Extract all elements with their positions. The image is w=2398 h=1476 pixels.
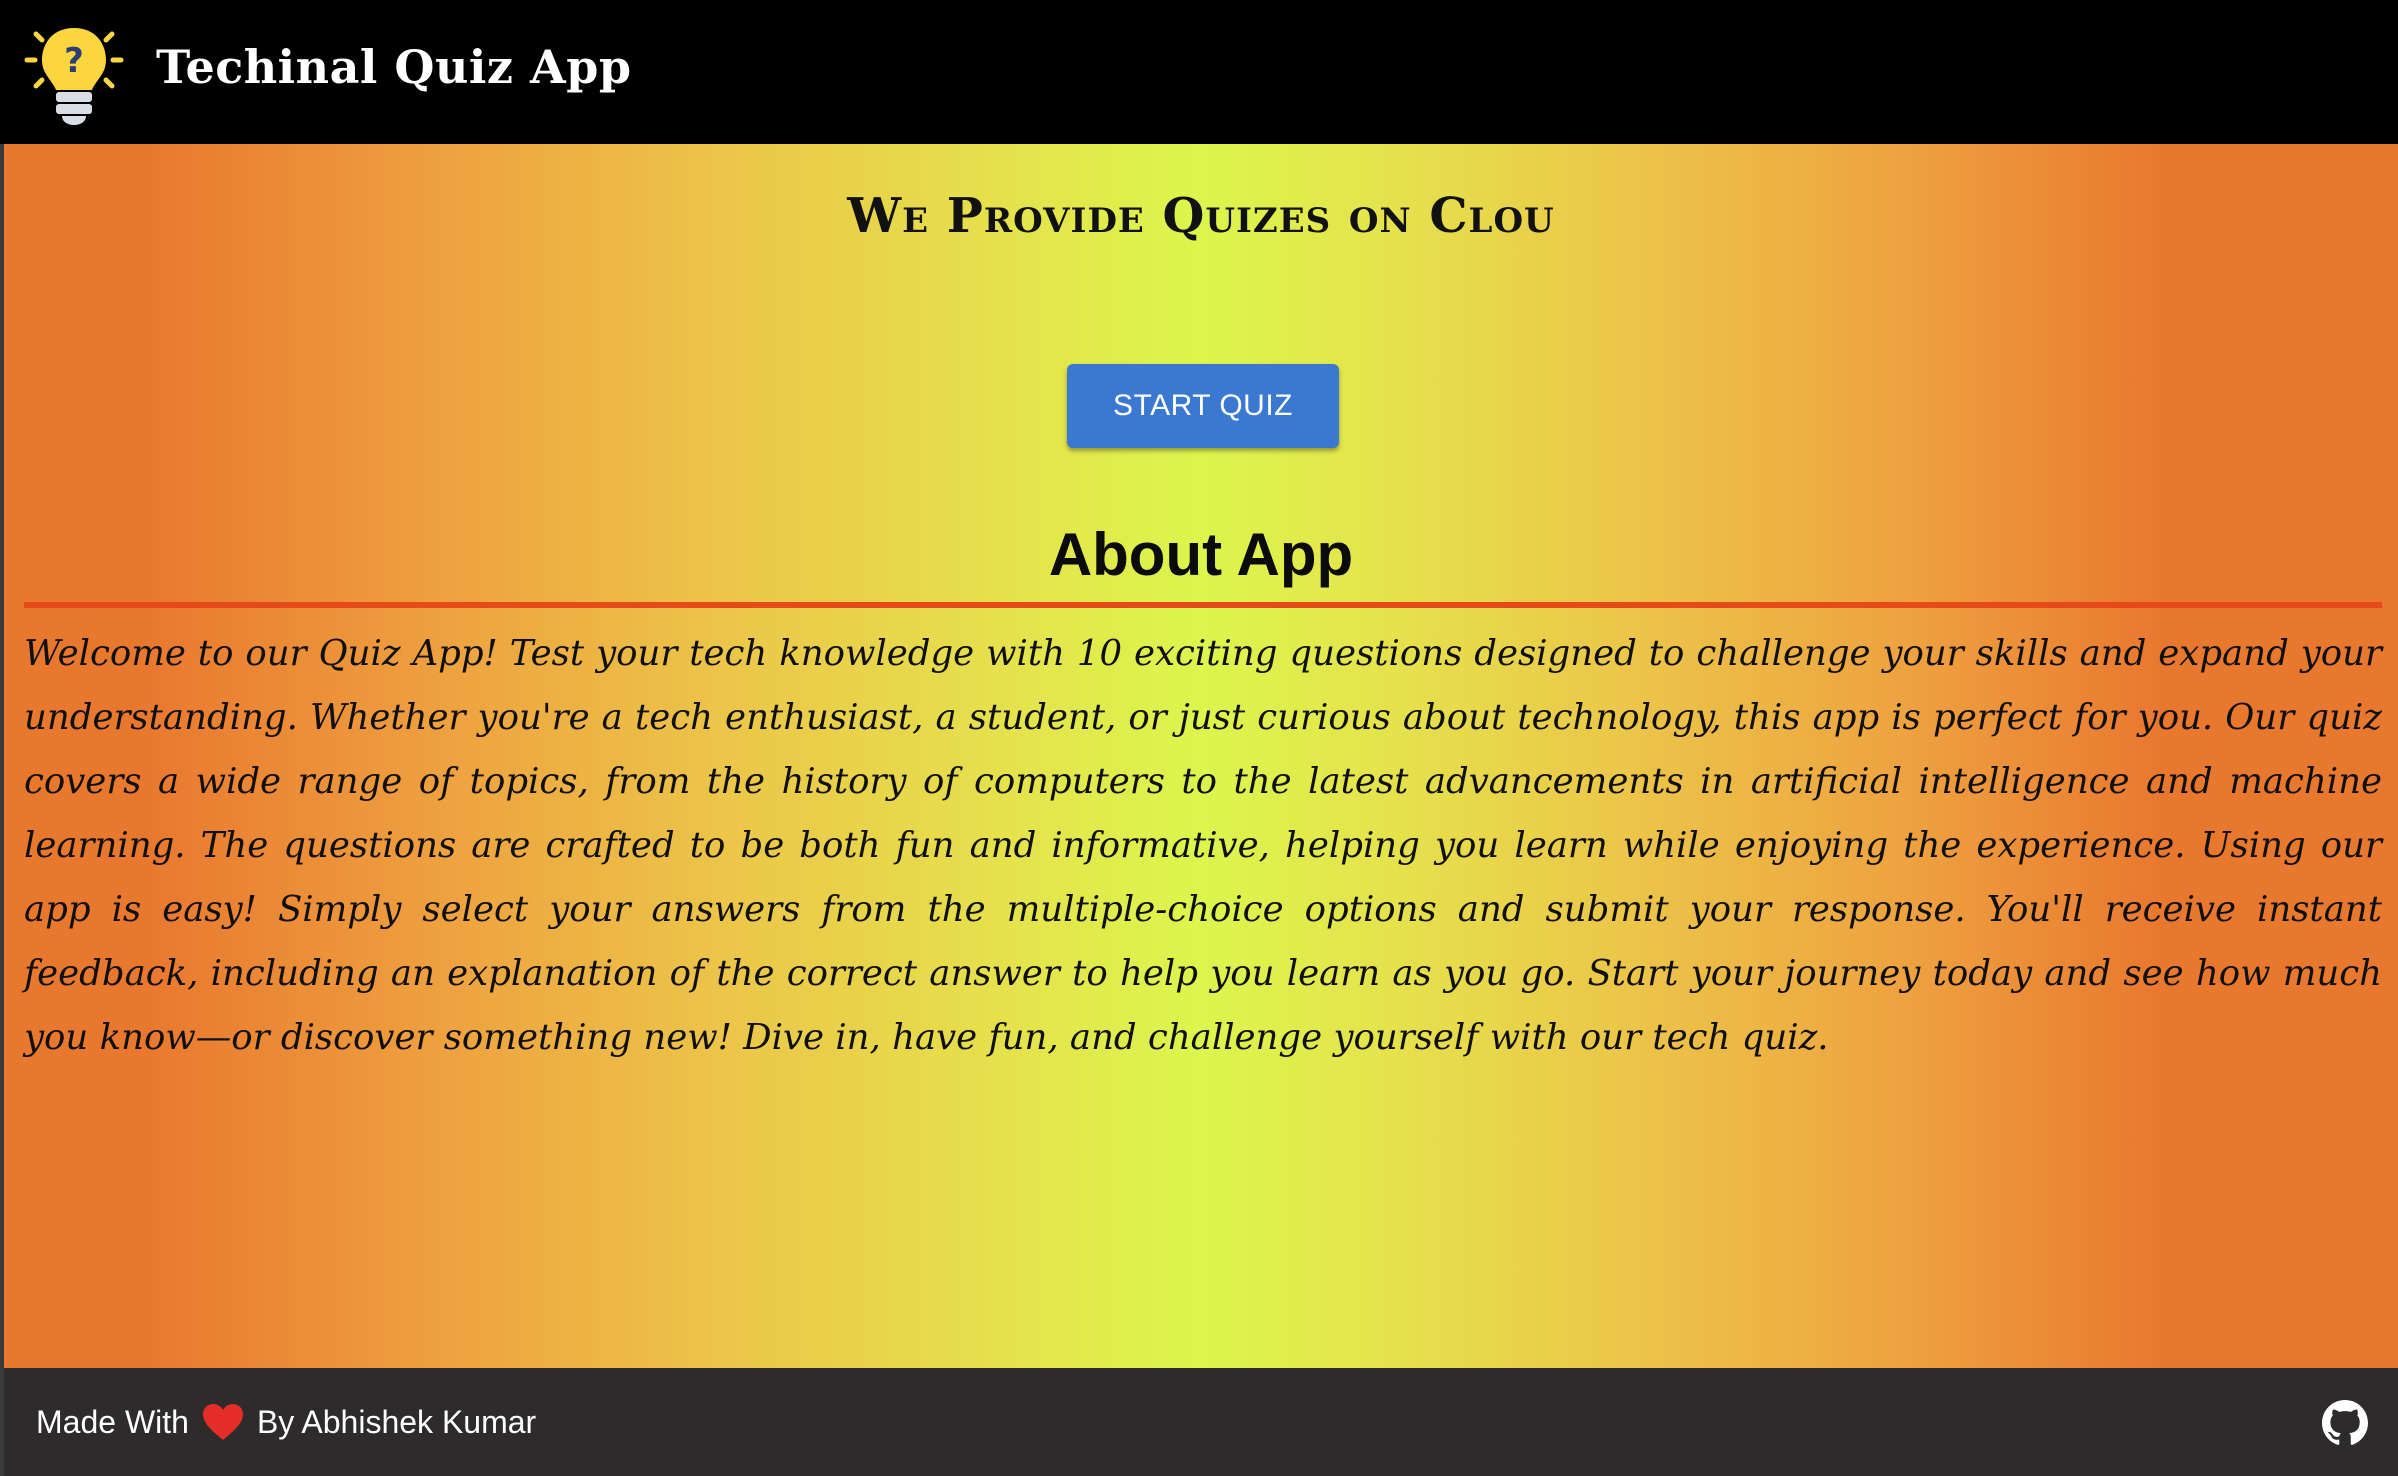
app-title: Techinal Quiz App: [156, 40, 632, 94]
author-label: By Abhishek Kumar: [256, 1403, 537, 1440]
svg-text:?: ?: [64, 41, 84, 81]
about-text: Welcome to our Quiz App! Test your tech …: [24, 633, 2382, 1058]
made-with-label: Made With: [36, 1403, 189, 1440]
footer-credit: Made With By Abhishek Kumar: [36, 1402, 536, 1442]
footer: Made With By Abhishek Kumar: [0, 1368, 2398, 1476]
navbar: ? Techinal Quiz App: [0, 0, 2398, 144]
about-title: About App: [1048, 521, 1354, 588]
headline: We Provide Quizes on Clou: [847, 188, 1555, 244]
lightbulb-question-icon: ?: [24, 28, 124, 125]
divider: [24, 602, 2382, 608]
start-quiz-button[interactable]: START QUIZ: [1067, 364, 1339, 448]
heart-icon: [202, 1404, 243, 1440]
main-content: We Provide Quizes on Clou START QUIZ Abo…: [4, 144, 2398, 1368]
github-icon[interactable]: [2322, 1400, 2368, 1446]
